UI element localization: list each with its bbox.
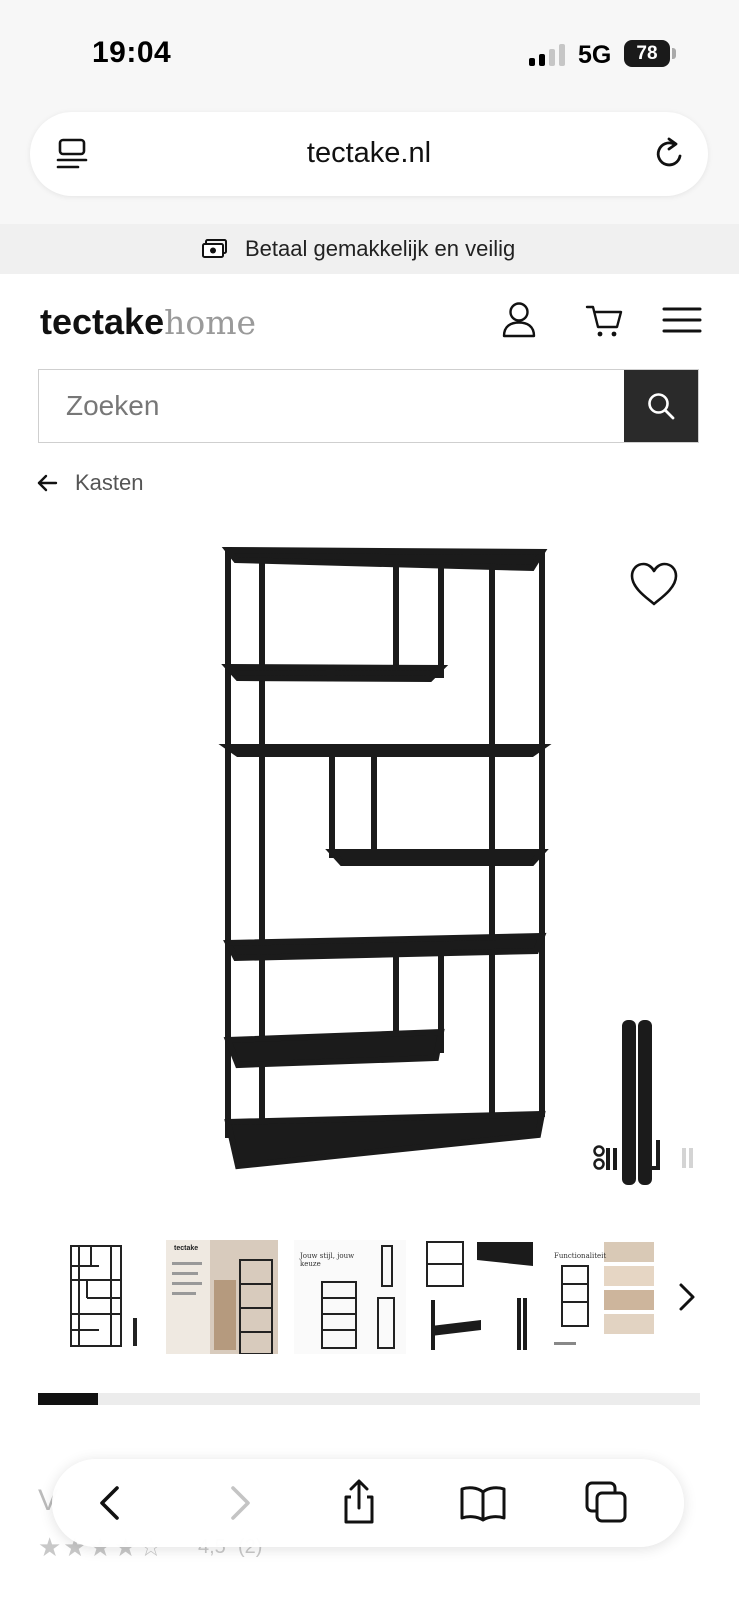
cellular-signal-icon xyxy=(529,44,567,66)
thumbnail-2[interactable]: tectake xyxy=(166,1240,278,1354)
reload-icon[interactable] xyxy=(652,136,688,172)
thumbnail-image xyxy=(70,1245,137,1347)
thumbnails-next-button[interactable] xyxy=(663,1240,713,1354)
thumbnail-4[interactable] xyxy=(421,1240,533,1354)
back-icon[interactable] xyxy=(86,1478,136,1528)
status-time: 19:04 xyxy=(92,36,172,69)
product-image[interactable] xyxy=(0,530,739,1210)
gallery-progress xyxy=(38,1393,700,1405)
heart-icon[interactable] xyxy=(628,560,680,608)
bookmarks-icon[interactable] xyxy=(458,1478,508,1528)
search-input[interactable] xyxy=(39,370,624,442)
user-icon[interactable] xyxy=(499,300,539,340)
site-logo[interactable]: tectakehome xyxy=(40,300,256,345)
search-icon xyxy=(648,393,675,420)
money-icon xyxy=(202,239,227,258)
address-bar-area: tectake.nl xyxy=(0,108,739,224)
promo-banner: Betaal gemakkelijk en veilig xyxy=(0,224,739,274)
battery-tip xyxy=(672,48,676,59)
thumbnail-caption: tectake xyxy=(174,1245,199,1252)
status-bar: 19:04 5G 78 xyxy=(0,0,739,108)
arrow-left-icon xyxy=(37,474,58,492)
network-type: 5G xyxy=(578,41,612,69)
forward-icon[interactable] xyxy=(214,1478,264,1528)
browser-toolbar xyxy=(52,1459,684,1547)
chevron-right-icon xyxy=(679,1283,695,1311)
url-text: tectake.nl xyxy=(306,137,432,169)
battery-icon: 78 xyxy=(624,40,670,67)
breadcrumb-label: Kasten xyxy=(75,470,144,495)
search-bar xyxy=(38,369,699,443)
address-bar[interactable]: tectake.nl xyxy=(30,112,708,196)
thumbnail-image xyxy=(421,1240,533,1354)
thumbnail-3[interactable]: Jouw stijl, jouw keuze xyxy=(294,1240,406,1354)
gallery-progress-fill xyxy=(38,1393,98,1405)
logo-light-text: home xyxy=(164,303,257,342)
cart-icon[interactable] xyxy=(584,300,624,340)
thumbnail-strip: tectake Jouw stijl, jouw keuze Functiona… xyxy=(0,1240,739,1358)
thumbnail-1[interactable] xyxy=(55,1240,167,1354)
logo-bold-text: tectake xyxy=(40,301,165,342)
search-button[interactable] xyxy=(624,370,698,442)
menu-icon[interactable] xyxy=(662,300,702,340)
promo-text: Betaal gemakkelijk en veilig xyxy=(245,236,516,261)
thumbnail-image xyxy=(166,1240,278,1354)
thumbnail-5[interactable]: Functionaliteit xyxy=(548,1240,660,1354)
thumbnail-caption: Functionaliteit xyxy=(554,1252,607,1260)
tabs-icon[interactable] xyxy=(582,1478,632,1528)
thumbnail-caption: Jouw stijl, jouw keuze xyxy=(300,1252,355,1268)
share-icon[interactable] xyxy=(334,1478,384,1528)
